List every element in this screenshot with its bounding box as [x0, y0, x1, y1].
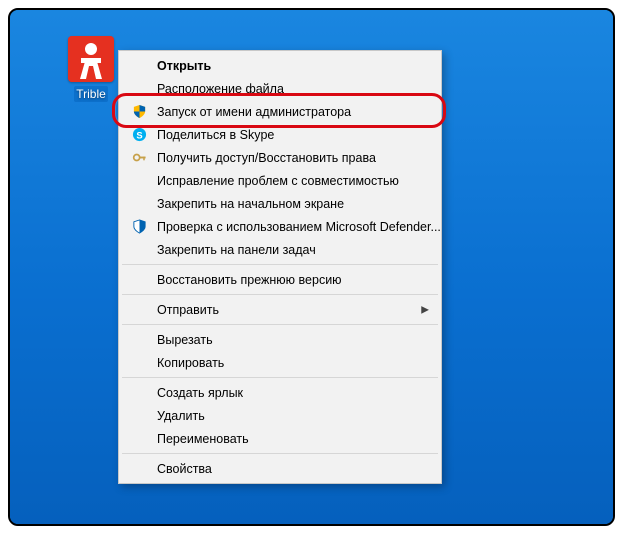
blank-icon [129, 332, 149, 348]
blank-icon [129, 385, 149, 401]
blank-icon [129, 461, 149, 477]
blank-icon [129, 408, 149, 424]
blank-icon [129, 302, 149, 318]
menu-create-shortcut[interactable]: Создать ярлык [121, 381, 439, 404]
menu-scan-defender[interactable]: Проверка с использованием Microsoft Defe… [121, 215, 439, 238]
menu-cut[interactable]: Вырезать [121, 328, 439, 351]
menu-delete[interactable]: Удалить [121, 404, 439, 427]
screenshot-frame: Trible Открыть Расположение файла [8, 8, 615, 526]
separator [122, 264, 438, 265]
menu-copy[interactable]: Копировать [121, 351, 439, 374]
menu-restore-previous[interactable]: Восстановить прежнюю версию [121, 268, 439, 291]
context-menu: Открыть Расположение файла Запуск от име… [118, 50, 442, 484]
blank-icon [129, 81, 149, 97]
separator [122, 294, 438, 295]
menu-restore-rights[interactable]: Получить доступ/Восстановить права [121, 146, 439, 169]
chevron-right-icon: ▶ [421, 304, 429, 315]
menu-properties[interactable]: Свойства [121, 457, 439, 480]
menu-compat-troubleshoot[interactable]: Исправление проблем с совместимостью [121, 169, 439, 192]
menu-file-location[interactable]: Расположение файла [121, 77, 439, 100]
separator [122, 453, 438, 454]
menu-open[interactable]: Открыть [121, 54, 439, 77]
shield-icon [129, 104, 149, 120]
defender-icon [129, 219, 149, 235]
menu-share-skype[interactable]: S Поделиться в Skype [121, 123, 439, 146]
skype-icon: S [129, 127, 149, 143]
key-icon [129, 150, 149, 166]
blank-icon [129, 272, 149, 288]
menu-pin-start[interactable]: Закрепить на начальном экране [121, 192, 439, 215]
menu-send-to[interactable]: Отправить ▶ [121, 298, 439, 321]
separator [122, 324, 438, 325]
blank-icon [129, 431, 149, 447]
blank-icon [129, 196, 149, 212]
desktop-shortcut-trible[interactable]: Trible [56, 36, 126, 102]
menu-pin-taskbar[interactable]: Закрепить на панели задач [121, 238, 439, 261]
svg-text:S: S [136, 130, 142, 140]
menu-run-as-admin[interactable]: Запуск от имени администратора [121, 100, 439, 123]
desktop-background[interactable]: Trible Открыть Расположение файла [10, 10, 613, 524]
separator [122, 377, 438, 378]
app-icon [68, 36, 114, 82]
blank-icon [129, 58, 149, 74]
blank-icon [129, 173, 149, 189]
desktop-shortcut-label: Trible [74, 86, 108, 102]
blank-icon [129, 242, 149, 258]
menu-rename[interactable]: Переименовать [121, 427, 439, 450]
blank-icon [129, 355, 149, 371]
